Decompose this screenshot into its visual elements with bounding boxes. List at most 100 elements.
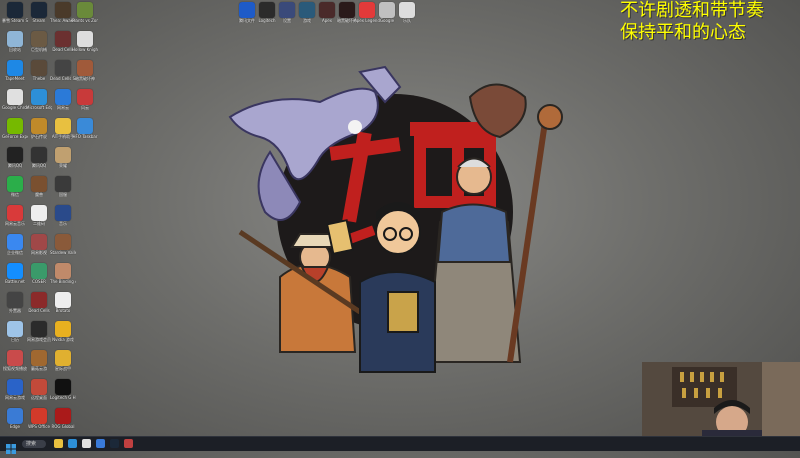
desktop-shortcut[interactable]: 微信 [2, 176, 28, 204]
desktop-shortcut-label: 搜狐视频播放 [3, 366, 27, 371]
desktop-shortcut-label: 远程桌面 [31, 395, 47, 400]
game-icon [55, 31, 71, 47]
desktop-shortcut-label: HFO Taskbar [72, 134, 98, 139]
app-icon[interactable] [124, 439, 133, 448]
edge-icon[interactable] [68, 439, 77, 448]
desktop-shortcut[interactable]: Edge [2, 408, 28, 436]
gift-icon [31, 234, 47, 250]
desktop-shortcut[interactable]: Microsoft Edge [26, 89, 52, 117]
desktop-shortcut[interactable]: Brotato [50, 292, 76, 320]
steam-icon [7, 2, 23, 18]
app-icon [31, 263, 47, 279]
desktop-shortcut[interactable]: 风云 [72, 89, 98, 117]
desktop-shortcut-label: Stardew Valley [50, 250, 76, 255]
desktop-shortcut[interactable]: GeForce Experience [2, 118, 28, 146]
desktop-shortcut[interactable]: 暗黑破坏神 [72, 60, 98, 88]
desktop-shortcut-label: 微信 [11, 192, 19, 197]
desktop-shortcut[interactable]: 回收站 [2, 31, 28, 59]
overlay-line-1: 不许剧透和带节奏 [620, 0, 764, 21]
desktop-shortcut[interactable]: 暴雪 Steam Store [2, 2, 28, 30]
desktop-shortcut[interactable]: HFO Taskbar [72, 118, 98, 146]
chrome-icon [7, 89, 23, 105]
qq-icon [7, 147, 23, 163]
netease-music-icon [7, 205, 23, 221]
desktop-shortcut[interactable]: Stardew Valley [50, 234, 76, 262]
desktop-shortcut[interactable]: Google Chrome [2, 89, 28, 117]
webcam-image [642, 362, 800, 436]
character-icon [31, 31, 47, 47]
desktop-shortcut[interactable]: 外置器 [2, 292, 28, 320]
desktop-shortcut[interactable]: 乐队 [394, 2, 420, 30]
desktop-shortcut[interactable]: COSER [26, 263, 52, 291]
desktop-shortcut[interactable]: 网易游戏会员 [26, 321, 52, 349]
desktop-shortcut-label: 网易影视 [31, 250, 47, 255]
webcam-feed [642, 362, 800, 436]
app-icon [77, 118, 93, 134]
desktop-shortcut[interactable]: 魔兽 [26, 176, 52, 204]
desktop-shortcut[interactable]: Logitech G HUB [50, 379, 76, 407]
app-icon [31, 321, 47, 337]
start-button[interactable] [6, 439, 16, 454]
desktop-shortcut-label: Microsoft Edge [26, 105, 52, 110]
desktop-shortcut[interactable]: 网易云游戏 [2, 379, 28, 407]
desktop-shortcut-label: 外置器 [9, 308, 21, 313]
desktop-shortcut[interactable]: Plants vs Zombies [72, 2, 98, 30]
game-icon [339, 2, 355, 18]
desktop-shortcut[interactable]: Nvidia 游戏 [50, 321, 76, 349]
desktop-shortcut[interactable]: Thebe [26, 60, 52, 88]
desktop-shortcut-label: Brotato [55, 308, 71, 313]
desktop-shortcut[interactable]: 音乐 [50, 205, 76, 233]
desktop-shortcut-label: 暴雪 Steam Store [2, 18, 28, 23]
desktop-shortcut[interactable]: 国服 [50, 176, 76, 204]
desktop-shortcut[interactable]: 网易影视 [26, 234, 52, 262]
character-icon [55, 147, 71, 163]
windows-icon [6, 444, 16, 454]
desktop-shortcut-label: Thebe [32, 76, 46, 81]
chrome-icon[interactable] [82, 439, 91, 448]
battlenet-icon [7, 263, 23, 279]
taskbar-search-box[interactable]: 搜索 [22, 440, 46, 448]
desktop-shortcut[interactable]: TapeMeet [2, 60, 28, 88]
desktop-shortcut[interactable]: 腾讯QQ [26, 147, 52, 175]
desktop-shortcut[interactable]: 腾讯QQ [2, 147, 28, 175]
desktop-shortcut[interactable]: Hollow Knight [72, 31, 98, 59]
app-icon [359, 2, 375, 18]
desktop-shortcut[interactable]: Steam [26, 2, 52, 30]
desktop-shortcut[interactable]: WPS Office [26, 408, 52, 436]
desktop-shortcut[interactable]: 星际战甲 [50, 350, 76, 378]
store-icon[interactable] [96, 439, 105, 448]
desktop-shortcut[interactable]: 蘑菇云游 [26, 350, 52, 378]
desktop-shortcut-label: Google Chrome [2, 105, 28, 110]
desktop-shortcut-label: 星际战甲 [55, 366, 71, 371]
app-icon [31, 379, 47, 395]
desktop-shortcut[interactable]: 远程桌面 [26, 379, 52, 407]
desktop-shortcut-label: Hollow Knight [72, 47, 98, 52]
desktop-shortcut-label: 网易游戏会员 [27, 337, 51, 342]
app-icon [379, 2, 395, 18]
desktop-shortcut[interactable]: 巨型机械 [26, 31, 52, 59]
file-explorer-icon[interactable] [54, 439, 63, 448]
desktop-shortcut[interactable]: 搜狐视频播放 [2, 350, 28, 378]
desktop-shortcut-label: Dead Cells [28, 308, 50, 313]
desktop-shortcut[interactable]: 炉石传说 [26, 118, 52, 146]
desktop-shortcut[interactable]: Battle.net [2, 263, 28, 291]
desktop-shortcut-label: 音乐 [59, 221, 67, 226]
desktop-shortcut-label: 荣耀 [59, 163, 67, 168]
recycle-bin-icon [7, 31, 23, 47]
desktop-shortcut-label: COSER [32, 279, 46, 284]
game-icon [55, 60, 71, 76]
desktop-shortcut[interactable]: Dead Cells [26, 292, 52, 320]
steam-icon[interactable] [110, 439, 119, 448]
desktop-shortcut-label: Edge [9, 424, 21, 429]
desktop-shortcut[interactable]: The Binding of Isaac [50, 263, 76, 291]
desktop-shortcut[interactable]: 网易云音乐 [2, 205, 28, 233]
nvidia-icon [7, 118, 23, 134]
folder-icon [7, 321, 23, 337]
desktop-shortcut-label: WPS Office [28, 424, 50, 429]
desktop-shortcut[interactable]: 企业微信 [2, 234, 28, 262]
desktop-shortcut[interactable]: 二维码 [26, 205, 52, 233]
desktop-shortcut[interactable]: ROG Global [50, 408, 76, 436]
desktop-shortcut[interactable]: 日历 [2, 321, 28, 349]
desktop-shortcut-label: 腾讯QQ [7, 163, 23, 168]
desktop-shortcut[interactable]: 荣耀 [50, 147, 76, 175]
